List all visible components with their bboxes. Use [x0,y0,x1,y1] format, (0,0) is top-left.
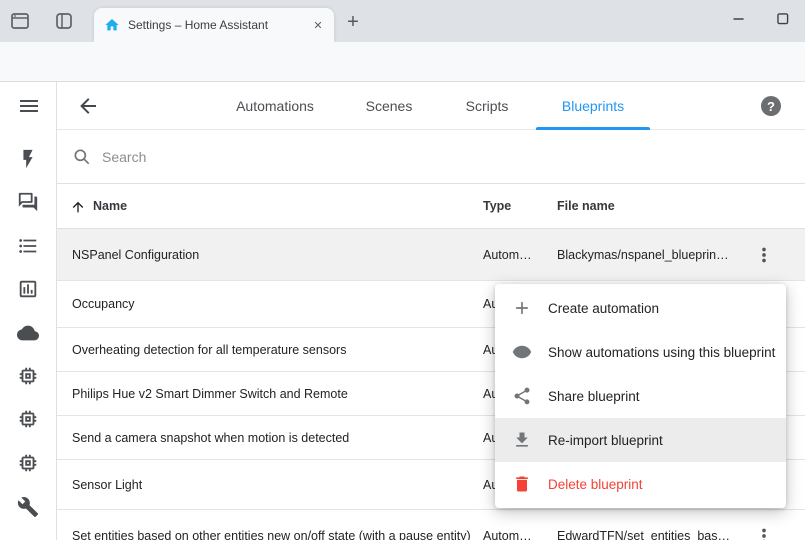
browser-toolbar: Not secure homeassistant.local:8123/… A [0,42,805,82]
browser-tab-strip: Settings – Home Assistant ✕ + [0,0,805,42]
menu-item-delete-blueprint[interactable]: Delete blueprint [495,462,786,506]
plus-icon [512,298,532,318]
device-icon[interactable] [17,408,41,432]
blueprint-context-menu: Create automation Show automations using… [495,284,786,508]
tab-automations[interactable]: Automations [236,98,314,114]
table-header: Name Type File name [57,184,805,229]
menu-item-label: Share blueprint [548,389,640,404]
download-icon [512,430,532,450]
blueprint-file: EdwardTFN/set_entities_bas… [557,529,730,540]
todo-list-icon[interactable] [17,235,41,259]
device-icon[interactable] [17,452,41,476]
share-icon [512,386,532,406]
menu-item-label: Show automations using this blueprint [548,345,775,360]
menu-item-show-automations[interactable]: Show automations using this blueprint [495,330,786,374]
blueprint-name: Overheating detection for all temperatur… [72,343,346,357]
tab-blueprints[interactable]: Blueprints [562,98,624,114]
blueprint-name: Occupancy [72,297,135,311]
table-row[interactable]: NSPanel Configuration Autom… Blackymas/n… [57,229,805,281]
ha-header: Automations Scenes Scripts Blueprints ? [57,82,805,130]
more-vertical-icon[interactable] [753,525,775,540]
sort-ascending-icon[interactable] [70,199,86,215]
browser-window: Settings – Home Assistant ✕ + Not secure… [0,0,805,540]
energy-icon[interactable] [17,148,41,172]
search-input[interactable] [102,142,752,172]
workspaces-icon[interactable] [8,9,32,33]
menu-item-share-blueprint[interactable]: Share blueprint [495,374,786,418]
menu-item-label: Create automation [548,301,659,316]
back-icon[interactable] [76,94,100,118]
tab-scenes[interactable]: Scenes [366,98,413,114]
help-icon[interactable]: ? [761,96,781,116]
browser-tab[interactable]: Settings – Home Assistant ✕ [94,8,334,42]
more-vertical-icon[interactable] [753,244,775,266]
table-row[interactable]: Set entities based on other entities new… [57,510,805,540]
search-icon[interactable] [72,147,92,167]
tab-actions-icon[interactable] [52,9,76,33]
history-icon[interactable] [17,278,41,302]
developer-tools-icon[interactable] [17,496,41,520]
tab-scripts[interactable]: Scripts [466,98,509,114]
device-icon[interactable] [17,365,41,389]
blueprint-type: Autom… [483,248,532,262]
menu-item-create-automation[interactable]: Create automation [495,286,786,330]
blueprint-name: NSPanel Configuration [72,248,199,262]
new-tab-icon[interactable]: + [340,9,366,35]
home-assistant-app: Automations Scenes Scripts Blueprints ? … [0,82,805,540]
cloud-icon[interactable] [17,322,41,346]
column-header-type[interactable]: Type [483,199,511,213]
ha-main: Automations Scenes Scripts Blueprints ? … [57,82,805,540]
blueprint-name: Sensor Light [72,478,142,492]
tab-title: Settings – Home Assistant [128,18,310,32]
home-assistant-logo [104,17,120,33]
menu-icon[interactable] [17,94,41,118]
column-header-file[interactable]: File name [557,199,615,213]
column-header-name[interactable]: Name [93,199,127,213]
blueprint-type: Autom… [483,529,532,540]
eye-icon [512,342,532,362]
menu-item-label: Delete blueprint [548,477,643,492]
ha-sidebar [0,82,57,540]
blueprint-file: Blackymas/nspanel_blueprin… [557,248,729,262]
minimize-icon[interactable] [717,0,761,38]
close-icon[interactable]: ✕ [310,17,326,33]
blueprint-name: Send a camera snapshot when motion is de… [72,431,349,445]
menu-item-label: Re-import blueprint [548,433,663,448]
menu-item-reimport-blueprint[interactable]: Re-import blueprint [495,418,786,462]
blueprint-name: Set entities based on other entities new… [72,529,471,540]
assist-icon[interactable] [17,191,41,215]
maximize-icon[interactable] [761,0,805,38]
search-row [57,130,805,184]
delete-icon [512,474,532,494]
blueprint-name: Philips Hue v2 Smart Dimmer Switch and R… [72,387,348,401]
